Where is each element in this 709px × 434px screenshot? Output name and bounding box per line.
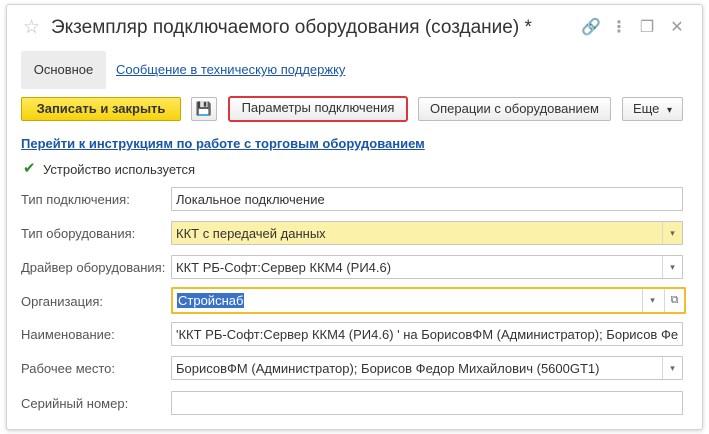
name-field[interactable]: 'ККТ РБ-Софт:Сервер ККМ4 (РИ4.6) ' на Бо…	[171, 322, 683, 346]
star-icon[interactable]: ☆	[23, 18, 43, 38]
equipment-type-label: Тип оборудования:	[21, 226, 136, 241]
title-bar: ☆ Экземпляр подключаемого оборудования (…	[7, 5, 702, 49]
driver-value: ККТ РБ-Софт:Сервер ККМ4 (РИ4.6)	[176, 260, 392, 275]
chevron-down-icon[interactable]: ▾	[662, 357, 682, 379]
driver-field[interactable]: ККТ РБ-Софт:Сервер ККМ4 (РИ4.6) ▾	[171, 255, 683, 279]
chevron-down-icon[interactable]: ▾	[642, 289, 662, 312]
more-button-label: Еще	[632, 101, 660, 116]
workplace-field[interactable]: БорисовФМ (Администратор); Борисов Федор…	[171, 356, 683, 380]
connection-type-field: Локальное подключение	[171, 187, 683, 211]
organization-value: Стройснаб	[177, 293, 245, 308]
connection-type-value: Локальное подключение	[176, 192, 325, 207]
open-icon[interactable]: ⧉	[664, 289, 684, 312]
workplace-label: Рабочее место:	[21, 361, 116, 376]
organization-label: Организация:	[21, 294, 104, 309]
name-value: 'ККТ РБ-Софт:Сервер ККМ4 (РИ4.6) ' на Бо…	[176, 327, 678, 342]
serial-field[interactable]	[171, 391, 683, 415]
link-icon[interactable]: 🔗	[581, 18, 601, 38]
name-label: Наименование:	[21, 327, 115, 342]
organization-field[interactable]: Стройснаб ▾ ⧉	[171, 287, 686, 314]
equipment-type-field[interactable]: ККТ с передачей данных ▾	[171, 221, 683, 245]
chevron-down-icon: ▾	[667, 105, 673, 116]
check-icon[interactable]: ✔	[23, 161, 37, 176]
restore-icon[interactable]: ❐	[637, 18, 657, 38]
more-menu-icon[interactable]: ⋮	[609, 18, 629, 38]
support-message-link[interactable]: Сообщение в техническую поддержку	[116, 51, 345, 89]
tab-main[interactable]: Основное	[21, 51, 106, 89]
form-window: ☆ Экземпляр подключаемого оборудования (…	[6, 4, 703, 430]
save-icon[interactable]: 💾	[191, 97, 217, 121]
workplace-value: БорисовФМ (Администратор); Борисов Федор…	[176, 361, 600, 376]
driver-label: Драйвер оборудования:	[21, 260, 166, 275]
organization-value-wrap: Стройснаб	[177, 293, 634, 308]
chevron-down-icon[interactable]: ▾	[662, 222, 682, 244]
chevron-down-icon[interactable]: ▾	[662, 256, 682, 278]
equipment-ops-button[interactable]: Операции с оборудованием	[418, 97, 611, 121]
more-button[interactable]: Еще ▾	[622, 97, 683, 121]
device-used-label: Устройство используется	[43, 162, 196, 177]
connection-type-label: Тип подключения:	[21, 192, 130, 207]
serial-label: Серийный номер:	[21, 396, 129, 411]
equipment-type-value: ККТ с передачей данных	[176, 226, 326, 241]
close-icon[interactable]: ✕	[667, 18, 687, 38]
window-title: Экземпляр подключаемого оборудования (со…	[51, 17, 532, 38]
connection-params-button[interactable]: Параметры подключения	[228, 96, 408, 122]
instructions-link[interactable]: Перейти к инструкциям по работе с торгов…	[21, 136, 425, 151]
save-and-close-button[interactable]: Записать и закрыть	[21, 97, 181, 121]
